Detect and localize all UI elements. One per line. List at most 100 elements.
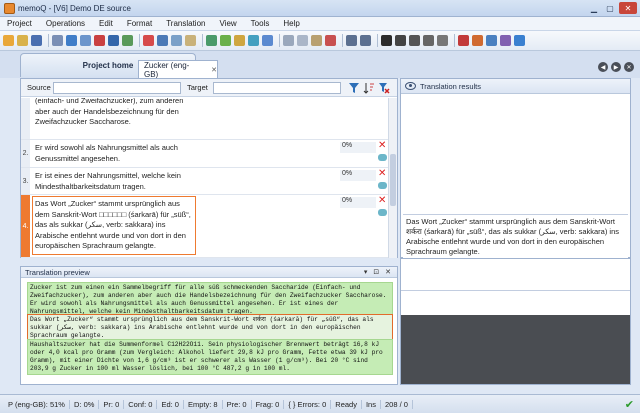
toolbar-separator xyxy=(202,34,203,47)
lookup-panel xyxy=(400,258,631,385)
scrollbar-thumb[interactable] xyxy=(390,154,396,206)
document-icon[interactable] xyxy=(185,35,196,46)
import-icon[interactable] xyxy=(52,35,63,46)
copy-icon[interactable] xyxy=(297,35,308,46)
italic-icon[interactable] xyxy=(395,35,406,46)
confirm-icon[interactable] xyxy=(262,35,273,46)
nav-forward-icon[interactable]: ▶ xyxy=(611,62,621,72)
segment-source-text[interactable]: Er ist eines der Nahrungsmittel, welche … xyxy=(35,171,195,192)
translation-result-match[interactable]: Das Wort „Zucker“ stammt ursprünglich au… xyxy=(403,214,628,260)
menu-operations[interactable]: Operations xyxy=(39,19,92,28)
lookup-icon[interactable] xyxy=(206,35,217,46)
help-icon[interactable] xyxy=(514,35,525,46)
join-icon[interactable] xyxy=(486,35,497,46)
menu-edit[interactable]: Edit xyxy=(92,19,120,28)
translation-preview-title: Translation preview xyxy=(25,267,90,277)
bold-icon[interactable] xyxy=(381,35,392,46)
preview-paragraph-current[interactable]: Das Wort „Zucker“ stammt ursprünglich au… xyxy=(27,314,393,342)
eye-icon[interactable] xyxy=(405,82,416,90)
results-body: Das Wort „Zucker“ stammt ursprünglich au… xyxy=(401,94,630,260)
preview-dark-area xyxy=(401,315,630,384)
preview-paragraph[interactable]: Zucker ist zum einen ein Sammelbegriff f… xyxy=(27,282,393,318)
error-x-icon[interactable]: ✕ xyxy=(378,141,386,151)
tag-icon[interactable] xyxy=(472,35,483,46)
translate-icon[interactable] xyxy=(108,35,119,46)
delete-icon[interactable] xyxy=(325,35,336,46)
split-icon[interactable] xyxy=(500,35,511,46)
target-filter-input[interactable] xyxy=(213,81,341,94)
tab-close-icon[interactable]: ✕ xyxy=(211,66,217,74)
concordance-icon[interactable] xyxy=(220,35,231,46)
match-percent: 0% xyxy=(340,170,376,181)
maximize-button[interactable]: ▢ xyxy=(603,2,617,14)
editor-scrollbar[interactable] xyxy=(388,98,397,258)
segment-row[interactable]: 3. Er ist eines der Nahrungsmittel, welc… xyxy=(21,168,389,195)
chart-icon[interactable] xyxy=(143,35,154,46)
segment-row-active[interactable]: 4. Das Wort „Zucker“ stammt ursprünglich… xyxy=(21,195,389,258)
stats-icon[interactable] xyxy=(94,35,105,46)
segment-source-text[interactable]: Das Wort „Zucker“ stammt ursprünglich au… xyxy=(32,196,196,255)
funnel-icon[interactable] xyxy=(348,82,360,94)
menu-format[interactable]: Format xyxy=(120,19,159,28)
segment-row[interactable]: 2. Er wird sowohl als Nahrungsmittel als… xyxy=(21,140,389,168)
minimize-button[interactable]: ▁ xyxy=(587,2,601,14)
paste-icon[interactable] xyxy=(311,35,322,46)
tab-zucker-document[interactable]: Zucker (eng-GB) ✕ xyxy=(138,60,218,79)
toolbar xyxy=(0,31,640,51)
segment-grid: (einfach- und Zweifachzucker), zum ander… xyxy=(21,98,389,258)
tab-navigation: ◀ ▶ ✕ xyxy=(595,62,634,72)
error-x-icon[interactable]: ✕ xyxy=(378,169,386,179)
comment-icon[interactable] xyxy=(378,154,387,161)
status-ready: Ready xyxy=(331,399,362,409)
settings-icon[interactable] xyxy=(80,35,91,46)
error-x-icon[interactable]: ✕ xyxy=(378,196,386,206)
status-pre: Pre: 0 xyxy=(223,399,252,409)
subscript-icon[interactable] xyxy=(437,35,448,46)
close-button[interactable]: ✕ xyxy=(619,2,637,14)
segment-source-text[interactable]: (einfach- und Zweifachzucker), zum ander… xyxy=(35,98,195,128)
segment-source-text[interactable]: Er wird sowohl als Nahrungsmittel als au… xyxy=(35,143,195,164)
superscript-icon[interactable] xyxy=(423,35,434,46)
toolbar-separator xyxy=(454,34,455,47)
toolbar-separator xyxy=(377,34,378,47)
lookup-strip xyxy=(401,259,630,291)
segment-number xyxy=(21,98,30,139)
underline-icon[interactable] xyxy=(409,35,420,46)
filter-icons xyxy=(345,82,390,94)
menu-tools[interactable]: Tools xyxy=(244,19,277,28)
source-filter-input[interactable] xyxy=(53,81,181,94)
status-frag: Frag: 0 xyxy=(252,399,285,409)
status-progress: P (eng-GB): 51% xyxy=(4,399,70,409)
nav-close-icon[interactable]: ✕ xyxy=(624,62,634,72)
translation-editor: Source Target (einfach- und Zweifachzuck… xyxy=(20,78,398,258)
preview-paragraph[interactable]: Haushaltszucker hat die Summenformel C12… xyxy=(27,339,393,375)
redo-icon[interactable] xyxy=(360,35,371,46)
grid-icon[interactable] xyxy=(171,35,182,46)
export-icon[interactable] xyxy=(66,35,77,46)
panel-controls[interactable]: ▾ ⊡ ✕ xyxy=(364,268,393,276)
table-icon[interactable] xyxy=(157,35,168,46)
translation-preview-header: Translation preview ▾ ⊡ ✕ xyxy=(21,267,397,278)
menu-translation[interactable]: Translation xyxy=(159,19,212,28)
comment-icon[interactable] xyxy=(378,209,387,216)
comment-icon[interactable] xyxy=(378,182,387,189)
translation-results-title: Translation results xyxy=(420,81,481,91)
sort-icon[interactable] xyxy=(363,82,375,94)
segment-row[interactable]: (einfach- und Zweifachzucker), zum ander… xyxy=(21,98,389,140)
qa-icon[interactable] xyxy=(248,35,259,46)
menu-view[interactable]: View xyxy=(212,19,243,28)
insert-tag-icon[interactable] xyxy=(458,35,469,46)
clear-filter-icon[interactable] xyxy=(378,82,390,94)
menu-project[interactable]: Project xyxy=(0,19,39,28)
toolbar-separator xyxy=(342,34,343,47)
menu-help[interactable]: Help xyxy=(276,19,306,28)
new-icon[interactable] xyxy=(3,35,14,46)
open-icon[interactable] xyxy=(17,35,28,46)
nav-back-icon[interactable]: ◀ xyxy=(598,62,608,72)
filter-icon[interactable] xyxy=(122,35,133,46)
undo-icon[interactable] xyxy=(346,35,357,46)
tab-project-home-label: Project home xyxy=(82,61,134,70)
cut-icon[interactable] xyxy=(283,35,294,46)
term-icon[interactable] xyxy=(234,35,245,46)
save-icon[interactable] xyxy=(31,35,42,46)
